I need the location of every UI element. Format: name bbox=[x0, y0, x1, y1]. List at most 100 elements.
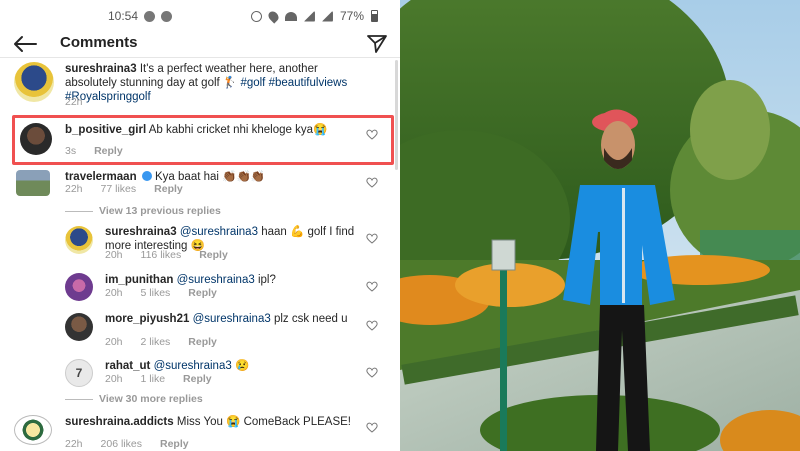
hashtag-golf[interactable]: #golf bbox=[240, 77, 265, 89]
caption-time: 22h bbox=[65, 96, 83, 108]
comment-text: b_positive_girl Ab kabhi cricket nhi khe… bbox=[65, 123, 340, 137]
comment-time: 22h bbox=[65, 438, 83, 450]
avatar[interactable] bbox=[14, 415, 52, 445]
reply-body: 😢 bbox=[234, 360, 250, 372]
zipper bbox=[622, 188, 625, 303]
avatar[interactable] bbox=[65, 226, 93, 254]
comment-username[interactable]: sureshraina.addicts bbox=[65, 416, 174, 428]
messenger-icon-2 bbox=[161, 10, 173, 22]
heart-icon[interactable] bbox=[366, 320, 378, 331]
reply-text: rahat_ut @sureshraina3 😢 bbox=[105, 359, 355, 373]
avatar[interactable]: 7 bbox=[65, 359, 93, 387]
reply-button[interactable]: Reply bbox=[188, 336, 217, 348]
view-more-replies-button[interactable]: View 30 more replies bbox=[65, 393, 203, 405]
reply-button[interactable]: Reply bbox=[154, 183, 183, 195]
messenger-icon bbox=[144, 10, 156, 22]
reply-mention[interactable]: @sureshraina3 bbox=[193, 313, 271, 325]
reply-username[interactable]: more_piyush21 bbox=[105, 313, 189, 325]
location-icon bbox=[266, 8, 281, 24]
reply-text: more_piyush21 @sureshraina3 plz csk need… bbox=[105, 312, 355, 326]
reply-username[interactable]: im_punithan bbox=[105, 274, 173, 286]
status-right: 77% bbox=[250, 8, 378, 24]
reply-button[interactable]: Reply bbox=[188, 287, 217, 299]
reply-time: 20h bbox=[105, 249, 123, 261]
heart-icon[interactable] bbox=[366, 233, 378, 244]
reply-username[interactable]: sureshraina3 bbox=[105, 226, 177, 238]
jacket-body bbox=[600, 185, 642, 305]
back-arrow-icon[interactable] bbox=[12, 34, 38, 54]
reply-time: 20h bbox=[105, 336, 123, 348]
view-previous-label: View 13 previous replies bbox=[99, 205, 221, 217]
divider-line bbox=[65, 398, 93, 400]
reply-button[interactable]: Reply bbox=[183, 373, 212, 385]
avatar[interactable] bbox=[20, 123, 52, 155]
heart-icon[interactable] bbox=[366, 422, 378, 433]
tree-right-top bbox=[690, 80, 770, 180]
heart-icon[interactable] bbox=[366, 367, 378, 378]
comment-meta: 22h 206 likes Reply bbox=[65, 438, 189, 450]
phone-screen: 10:54 77% Comments sureshraina3 It's a p… bbox=[0, 0, 400, 451]
comment-username[interactable]: travelermaan bbox=[65, 171, 137, 183]
caption-meta: 22h bbox=[65, 96, 83, 108]
reply-meta: 20h 116 likes Reply bbox=[105, 249, 228, 261]
comment-likes[interactable]: 206 likes bbox=[101, 438, 142, 450]
comment-text: travelermaan Kya baat hai 👏🏾👏🏾👏🏾 bbox=[65, 170, 340, 184]
reply-meta: 20h 2 likes Reply bbox=[105, 336, 217, 348]
status-left: 10:54 bbox=[108, 9, 173, 23]
signal-icon-2 bbox=[321, 10, 333, 22]
reply-likes[interactable]: 5 likes bbox=[141, 287, 171, 299]
status-time: 10:54 bbox=[108, 9, 139, 23]
reply-mention[interactable]: @sureshraina3 bbox=[177, 274, 255, 286]
reply-button[interactable]: Reply bbox=[94, 145, 123, 157]
reply-username[interactable]: rahat_ut bbox=[105, 360, 150, 372]
divider-line bbox=[65, 210, 93, 212]
comment-body: Miss You 😭 ComeBack PLEASE! bbox=[176, 416, 351, 428]
alarm-icon bbox=[250, 10, 262, 22]
caption-text: sureshraina3 It's a perfect weather here… bbox=[65, 62, 370, 104]
reply-mention[interactable]: @sureshraina3 bbox=[180, 226, 258, 238]
comment-meta: 3s Reply bbox=[65, 145, 123, 157]
reply-body: plz csk need u bbox=[273, 313, 348, 325]
view-previous-replies-button[interactable]: View 13 previous replies bbox=[65, 205, 221, 217]
verified-badge-icon bbox=[141, 171, 152, 181]
signal-icon bbox=[303, 10, 315, 22]
reply-time: 20h bbox=[105, 287, 123, 299]
reply-button[interactable]: Reply bbox=[199, 249, 228, 261]
heart-icon[interactable] bbox=[366, 281, 378, 292]
comment-username[interactable]: b_positive_girl bbox=[65, 124, 146, 136]
reply-meta: 20h 5 likes Reply bbox=[105, 287, 217, 299]
reply-time: 20h bbox=[105, 373, 123, 385]
comment-body: Kya baat hai 👏🏾👏🏾👏🏾 bbox=[155, 171, 266, 183]
battery-icon bbox=[371, 10, 378, 22]
reply-mention[interactable]: @sureshraina3 bbox=[154, 360, 232, 372]
reply-likes[interactable]: 1 like bbox=[141, 373, 166, 385]
comment-time: 22h bbox=[65, 183, 83, 195]
avatar[interactable] bbox=[65, 273, 93, 301]
page-title: Comments bbox=[60, 34, 138, 51]
heart-icon[interactable] bbox=[366, 129, 378, 140]
direct-send-icon[interactable] bbox=[366, 33, 388, 55]
comment-text: sureshraina.addicts Miss You 😭 ComeBack … bbox=[65, 415, 355, 429]
reply-likes[interactable]: 116 likes bbox=[141, 249, 182, 261]
reply-meta: 20h 1 like Reply bbox=[105, 373, 212, 385]
lamp-post bbox=[500, 270, 507, 451]
comment-meta: 22h 77 likes Reply bbox=[65, 183, 183, 195]
heart-icon[interactable] bbox=[366, 177, 378, 188]
reply-body: ipl? bbox=[257, 274, 276, 286]
avatar[interactable] bbox=[14, 62, 54, 102]
avatar[interactable] bbox=[16, 170, 50, 196]
comment-body: Ab kabhi cricket nhi khelo​ge kya😭 bbox=[148, 124, 328, 136]
comments-header: Comments bbox=[0, 30, 400, 58]
reply-button[interactable]: Reply bbox=[160, 438, 189, 450]
lamp-head bbox=[491, 239, 516, 271]
scrollbar[interactable] bbox=[395, 60, 398, 170]
view-more-label: View 30 more replies bbox=[99, 393, 203, 405]
avatar[interactable] bbox=[65, 313, 93, 341]
comment-time: 3s bbox=[65, 145, 77, 157]
post-photo bbox=[400, 0, 800, 451]
status-bar: 10:54 77% bbox=[0, 0, 400, 30]
caption-username[interactable]: sureshraina3 bbox=[65, 63, 137, 75]
reply-likes[interactable]: 2 likes bbox=[141, 336, 171, 348]
reply-text: im_punithan @sureshraina3 ipl? bbox=[105, 273, 355, 287]
comment-likes[interactable]: 77 likes bbox=[101, 183, 137, 195]
